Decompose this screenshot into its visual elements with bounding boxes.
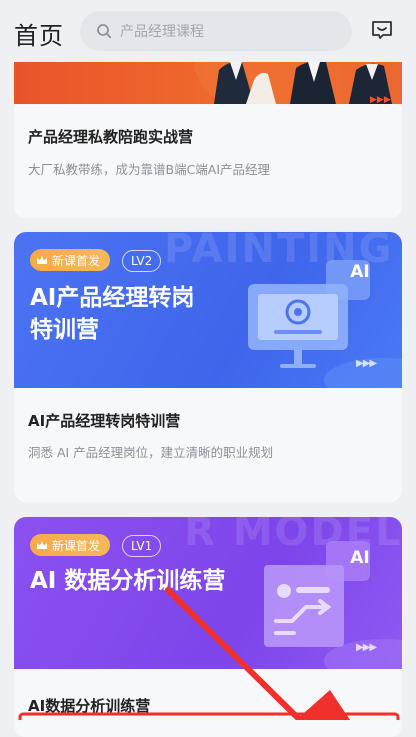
page-title: 首页 [14, 22, 64, 50]
new-course-badge: 新课首发 [30, 534, 111, 556]
badge-label: 新课首发 [52, 253, 101, 268]
course-banner: PAINTING 新课首发 LV2 AI产品经理转岗 特训营 AI ▶▶▶ [14, 232, 402, 388]
ai-icon-label: AI [350, 262, 370, 282]
course-title: 产品经理私教陪跑实战营 [28, 128, 194, 146]
message-icon[interactable] [370, 18, 394, 42]
svg-text:▶▶▶: ▶▶▶ [370, 95, 391, 104]
course-subtitle: 洞悉 AI 产品经理岗位，建立清晰的职业规划 [28, 445, 274, 460]
arrows-decoration: ▶▶▶ [356, 642, 377, 653]
banner-heading: AI 数据分析训练营 [30, 568, 226, 594]
course-title: AI产品经理转岗特训营 [28, 412, 181, 430]
course-card-ai-pm[interactable]: PAINTING 新课首发 LV2 AI产品经理转岗 特训营 AI ▶▶▶ AI… [14, 232, 402, 502]
monitor-illustration [248, 260, 402, 388]
course-card-pm-coaching[interactable]: ▶▶▶ 产品经理私教陪跑实战营 大厂私教带练，成为靠谱B端C端AI产品经理 [14, 40, 402, 218]
course-title: AI数据分析训练营 [28, 697, 151, 715]
search-bar[interactable]: 产品经理课程 [80, 11, 352, 51]
data-card-illustration [264, 541, 402, 669]
top-bar: 首页 产品经理课程 [0, 0, 416, 62]
badge-label: 新课首发 [52, 538, 101, 553]
level-badge: LV1 [122, 535, 162, 557]
course-banner: R MODEL 新课首发 LV1 AI 数据分析训练营 AI ▶▶▶ [14, 517, 402, 669]
crown-icon [37, 256, 47, 264]
course-card-ai-data-analysis[interactable]: R MODEL 新课首发 LV1 AI 数据分析训练营 AI ▶▶▶ AI数据分… [14, 517, 402, 737]
crown-icon [37, 541, 47, 549]
banner-heading-line2: 特训营 [30, 317, 99, 343]
ai-icon-label: AI [350, 548, 370, 568]
course-subtitle: 大厂私教带练，成为靠谱B端C端AI产品经理 [28, 162, 271, 177]
search-icon [97, 24, 112, 39]
level-badge: LV2 [122, 250, 162, 272]
arrows-decoration: ▶▶▶ [356, 358, 377, 369]
new-course-badge: 新课首发 [30, 249, 111, 271]
search-placeholder: 产品经理课程 [120, 24, 204, 40]
banner-heading-line1: AI产品经理转岗 [30, 285, 195, 311]
